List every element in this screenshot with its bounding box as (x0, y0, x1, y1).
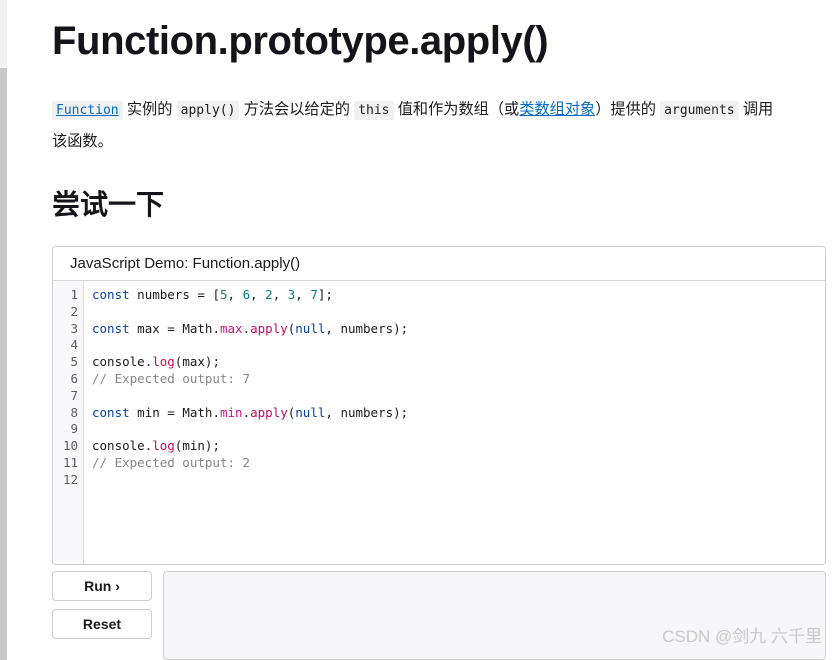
intro-text-3: 值和作为数组（或 (393, 101, 520, 118)
code-line: const max = Math.max.apply(null, numbers… (92, 320, 409, 336)
array-like-object-link[interactable]: 类数组对象 (519, 101, 595, 118)
function-link[interactable]: Function (52, 101, 123, 120)
line-number: 2 (70, 303, 78, 319)
editor-body: 1 2 3 4 5 6 7 8 9 10 11 12 const numbers = [5, 6, 2… (53, 281, 825, 564)
code-line: // Expected output: 7 (92, 370, 251, 386)
code-line: console.log(max); (92, 354, 220, 370)
arguments-code: arguments (660, 101, 739, 120)
line-number: 1 (70, 287, 78, 302)
editor-header-title: JavaScript Demo: Function.apply() (53, 247, 825, 281)
code-line: console.log(min); (92, 438, 220, 454)
line-number: 10 (62, 438, 78, 454)
line-number: 7 (70, 387, 78, 403)
line-number: 9 (70, 421, 78, 437)
page-title: Function.prototype.apply() (52, 19, 549, 63)
intro-paragraph: Function 实例的 apply() 方法会以给定的 this 值和作为数组… (0, 68, 832, 157)
code-line: const numbers = [5, 6, 2, 3, 7]; (92, 287, 333, 302)
csdn-watermark: CSDN @剑九 六千里 (662, 627, 822, 646)
code-editor[interactable]: const numbers = [5, 6, 2, 3, 7]; const m… (84, 281, 825, 564)
reset-button[interactable]: Reset (52, 609, 152, 639)
try-it-heading: 尝试一下 (52, 189, 165, 220)
code-line: // Expected output: 2 (92, 454, 251, 470)
intro-text-2: 方法会以给定的 (239, 101, 355, 118)
this-code: this (354, 101, 394, 120)
line-number: 5 (70, 354, 78, 370)
run-button[interactable]: Run › (52, 571, 152, 601)
line-number: 11 (62, 454, 78, 470)
code-line: const min = Math.min.apply(null, numbers… (92, 404, 409, 420)
line-number: 12 (62, 471, 78, 487)
intro-text-4: ）提供的 (595, 101, 661, 118)
intro-text-1: 实例的 (122, 101, 177, 118)
interactive-example-card: JavaScript Demo: Function.apply() 123456… (52, 246, 826, 565)
apply-code: apply() (176, 101, 240, 120)
line-number-gutter: 1 2 3 4 5 6 7 8 9 10 11 12 (53, 281, 84, 564)
example-controls: Run › Reset (52, 571, 152, 647)
line-number: 4 (70, 337, 78, 353)
line-number: 8 (70, 404, 78, 420)
line-number: 6 (70, 370, 78, 386)
line-number: 3 (70, 320, 78, 336)
